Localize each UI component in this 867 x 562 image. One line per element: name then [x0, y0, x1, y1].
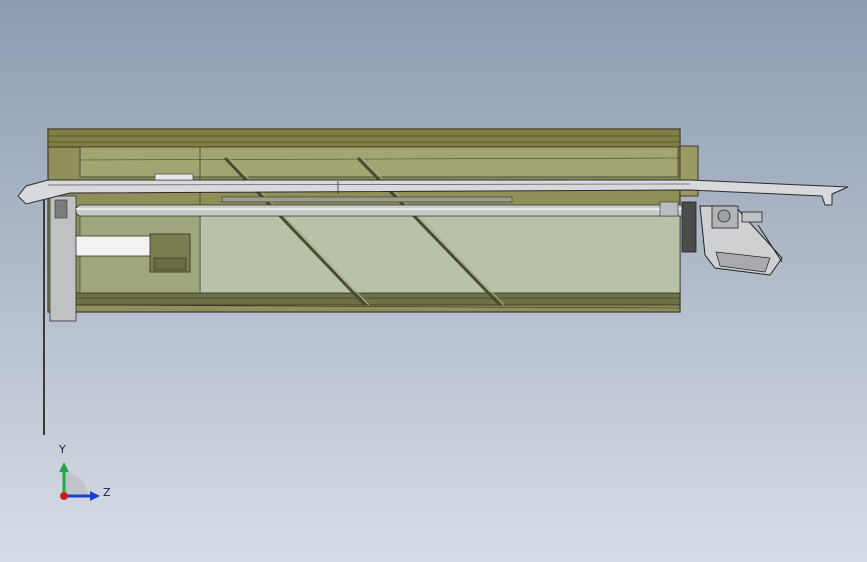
axis-triad	[59, 462, 100, 501]
cad-viewport[interactable]: Y Z	[0, 0, 867, 562]
right-end-assembly	[681, 201, 783, 276]
z-axis-label: Z	[103, 486, 111, 499]
y-axis-label: Y	[59, 443, 66, 456]
cad-model-drawing[interactable]	[0, 0, 867, 562]
